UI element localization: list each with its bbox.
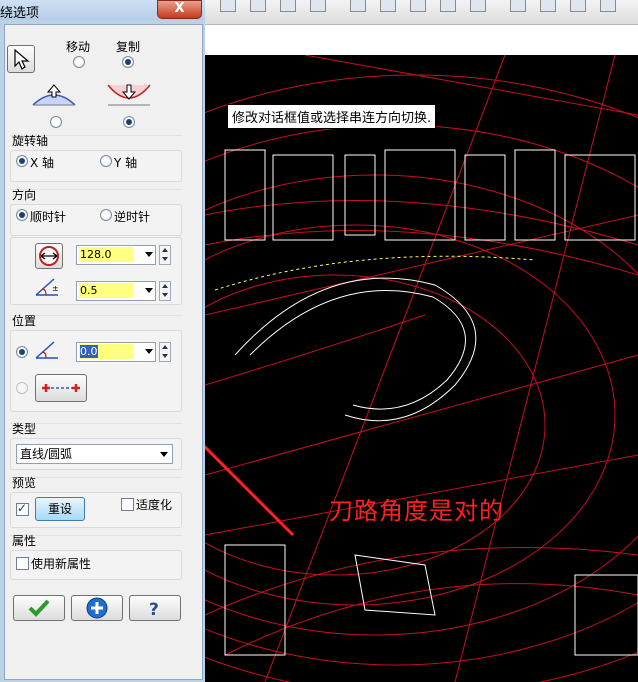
rotate-axis-group: 旋转轴 X 轴 Y 轴 xyxy=(10,134,182,182)
clockwise-label: 顺时针 xyxy=(30,210,67,224)
position-angle-spinner[interactable] xyxy=(159,342,171,362)
preview-heading: 预览 xyxy=(12,476,37,490)
y-axis-label: Y 轴 xyxy=(114,156,138,170)
toolbar-icon[interactable] xyxy=(510,0,526,12)
move-radio[interactable] xyxy=(73,56,85,68)
chevron-down-icon[interactable] xyxy=(145,252,153,257)
diameter-value[interactable]: 128.0 xyxy=(79,247,134,262)
select-arrow-button[interactable] xyxy=(7,45,35,73)
toolbar-icon[interactable] xyxy=(440,0,456,12)
fit-label: 适度化 xyxy=(136,498,173,512)
close-button[interactable]: X xyxy=(157,0,202,19)
attributes-heading: 属性 xyxy=(12,534,37,548)
diameter-button[interactable] xyxy=(35,243,63,269)
move-label: 移动 xyxy=(66,40,91,54)
svg-text:±: ± xyxy=(52,284,59,293)
copy-icon xyxy=(107,84,151,106)
step-angle-field[interactable]: 0.5 xyxy=(76,281,156,301)
chevron-down-icon[interactable] xyxy=(145,288,153,293)
preview-group: 预览 重设 适度化 xyxy=(10,476,182,528)
position-angle-value[interactable]: 0.0 xyxy=(79,344,134,359)
angle-icon: ± xyxy=(35,278,59,296)
counterclockwise-radio[interactable] xyxy=(100,209,112,221)
annotation-text: 刀路角度是对的 xyxy=(329,497,504,525)
step-angle-spinner[interactable] xyxy=(159,281,171,301)
position-heading: 位置 xyxy=(12,314,37,328)
toolbar-icon[interactable] xyxy=(220,0,236,12)
y-axis-radio[interactable] xyxy=(100,155,112,167)
chevron-down-icon[interactable] xyxy=(145,349,153,354)
svg-text:?: ? xyxy=(149,600,159,620)
select-arrow-icon xyxy=(14,48,30,70)
toolbar-icon[interactable] xyxy=(280,0,296,12)
position-angle-icon xyxy=(35,341,58,359)
dialog-titlebar[interactable]: 绕选项 X xyxy=(0,0,205,21)
top-toolbar xyxy=(205,0,638,25)
point-pick-button[interactable] xyxy=(35,374,87,402)
diameter-field[interactable]: 128.0 xyxy=(76,245,156,265)
graphics-viewport[interactable]: 修改对话框值或选择串连方向切换. 刀路角度是对的 xyxy=(205,55,638,682)
move-icon xyxy=(32,84,76,106)
position-angle-radio[interactable] xyxy=(16,346,28,358)
counterclockwise-label: 逆时针 xyxy=(114,210,151,224)
diameter-spinner[interactable] xyxy=(159,245,171,265)
position-point-radio[interactable] xyxy=(16,382,28,394)
copy-label: 复制 xyxy=(116,40,141,54)
copy-radio[interactable] xyxy=(122,56,134,68)
dialog-title: 绕选项 xyxy=(0,6,40,21)
toolbar-icon[interactable] xyxy=(250,0,266,12)
chevron-down-icon[interactable] xyxy=(160,452,168,457)
ok-icon xyxy=(28,599,50,617)
type-select[interactable]: 直线/圆弧 xyxy=(16,444,173,464)
toolbar-icon[interactable] xyxy=(380,0,396,12)
fit-checkbox[interactable] xyxy=(121,498,134,511)
attributes-group: 属性 使用新属性 xyxy=(10,534,182,580)
toolpath-drawing xyxy=(205,55,638,682)
step-angle-value[interactable]: 0.5 xyxy=(79,283,134,298)
point-pick-icon xyxy=(42,384,80,392)
toolbar-icon[interactable] xyxy=(350,0,366,12)
x-axis-radio[interactable] xyxy=(16,155,28,167)
toolbar-icon[interactable] xyxy=(540,0,556,12)
copy-direction-radio[interactable] xyxy=(123,116,135,128)
toolbar-icon[interactable] xyxy=(410,0,426,12)
new-attributes-checkbox[interactable] xyxy=(16,557,29,570)
toolbar-icon[interactable] xyxy=(600,0,616,12)
type-heading: 类型 xyxy=(12,422,37,436)
prompt-message: 修改对话框值或选择串连方向切换. xyxy=(227,104,437,129)
dialog-body: 移动 复制 旋转轴 X 轴 Y 轴 方向 顺时针 逆时针 128.0 ± 0.5… xyxy=(4,24,203,680)
position-group: 位置 0.0 xyxy=(10,314,182,412)
clockwise-radio[interactable] xyxy=(16,209,28,221)
type-group: 类型 直线/圆弧 xyxy=(10,422,182,470)
toolbar-icon[interactable] xyxy=(570,0,586,12)
new-attributes-label: 使用新属性 xyxy=(31,557,92,571)
apply-icon xyxy=(86,597,108,619)
direction-heading: 方向 xyxy=(12,188,37,202)
diameter-icon xyxy=(39,246,59,266)
wrap-options-dialog: 绕选项 X 移动 复制 旋转轴 X 轴 Y 轴 方向 顺时针 逆时针 128.0… xyxy=(0,0,205,682)
reset-button[interactable]: 重设 xyxy=(35,497,85,521)
position-angle-field[interactable]: 0.0 xyxy=(76,342,156,362)
move-direction-radio[interactable] xyxy=(50,116,62,128)
apply-button[interactable] xyxy=(71,595,123,621)
values-group: 128.0 ± 0.5 xyxy=(10,237,182,305)
rotate-axis-heading: 旋转轴 xyxy=(12,134,49,148)
viewport-top-strip xyxy=(205,25,638,55)
ok-button[interactable] xyxy=(13,595,65,621)
direction-group: 方向 顺时针 逆时针 xyxy=(10,188,182,236)
help-button[interactable]: ? xyxy=(129,595,181,621)
x-axis-label: X 轴 xyxy=(30,156,55,170)
preview-checkbox[interactable] xyxy=(16,501,29,516)
toolbar-icon[interactable] xyxy=(470,0,486,12)
toolbar-icon[interactable] xyxy=(310,0,326,12)
type-select-value: 直线/圆弧 xyxy=(20,447,73,461)
help-icon: ? xyxy=(149,600,159,620)
